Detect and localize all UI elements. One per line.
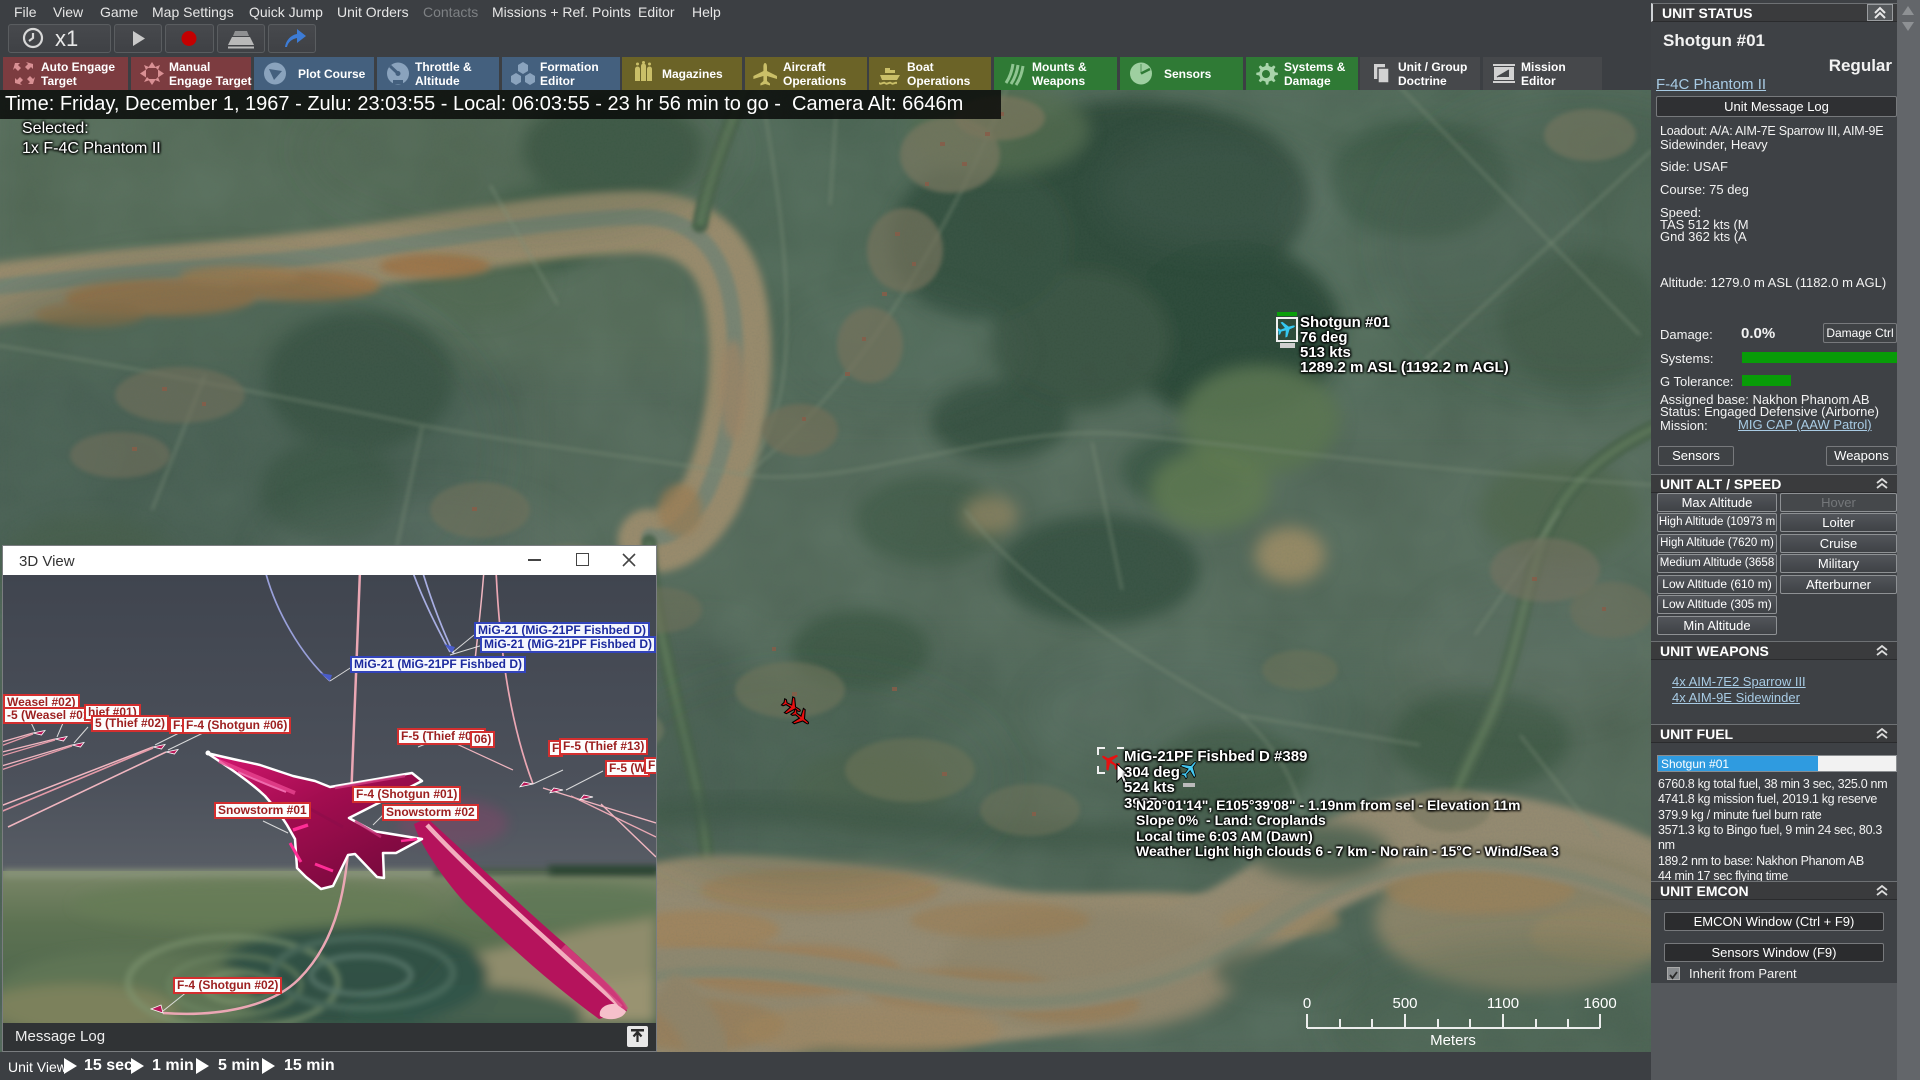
svg-text:1600: 1600 <box>1583 995 1616 1012</box>
svg-text:x1: x1 <box>55 26 78 51</box>
svg-text:500: 500 <box>1392 995 1417 1012</box>
svg-text:Meters: Meters <box>1430 1032 1476 1048</box>
svg-text:1100: 1100 <box>1487 995 1519 1012</box>
svg-text:0: 0 <box>1303 995 1311 1012</box>
